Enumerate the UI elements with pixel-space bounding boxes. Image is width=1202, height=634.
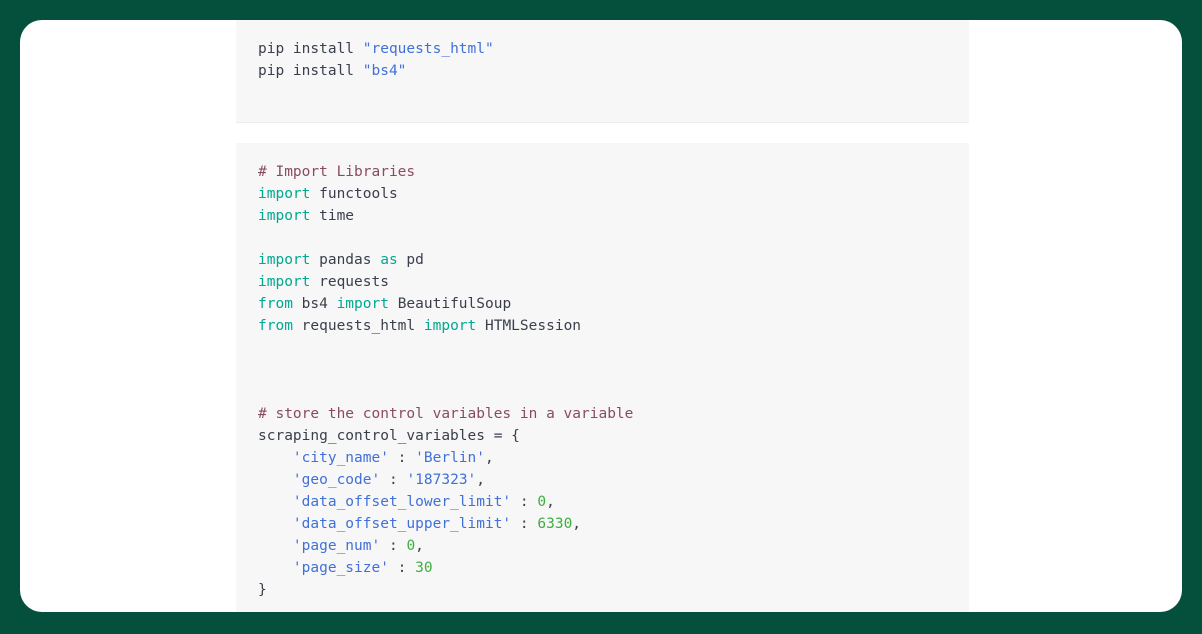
cell-gap: [236, 123, 969, 143]
code-token-str: 'geo_code': [293, 472, 380, 488]
code-token-kw: from: [258, 296, 293, 312]
code-line: [258, 337, 969, 359]
code-token-plain: [258, 560, 293, 576]
code-token-plain: [258, 450, 293, 466]
code-line: 'data_offset_upper_limit' : 6330,: [258, 513, 969, 535]
code-token-punc: ,: [476, 472, 485, 488]
code-token-num: 30: [415, 560, 432, 576]
code-line: # Import Libraries: [258, 161, 969, 183]
code-line: 'geo_code' : '187323',: [258, 469, 969, 491]
code-token-comment: # Import Libraries: [258, 164, 415, 180]
code-token-str: 'page_size': [293, 560, 389, 576]
code-token-str: '187323': [406, 472, 476, 488]
code-line: 'data_offset_lower_limit' : 0,: [258, 491, 969, 513]
code-token-punc: ,: [415, 538, 424, 554]
code-line: import time: [258, 205, 969, 227]
code-token-punc: :: [511, 494, 537, 510]
pip-install-cell[interactable]: pip install "requests_html"pip install "…: [236, 20, 969, 123]
code-line: [258, 82, 969, 104]
code-token-str: 'city_name': [293, 450, 389, 466]
code-token-str: 'page_num': [293, 538, 380, 554]
code-token-kw: from: [258, 318, 293, 334]
code-token-punc: ,: [572, 516, 581, 532]
code-token-kw: import: [258, 208, 310, 224]
code-token-plain: [258, 494, 293, 510]
code-token-plain: requests: [310, 274, 389, 290]
code-token-kw: import: [258, 252, 310, 268]
code-token-num: 6330: [537, 516, 572, 532]
document-card: pip install "requests_html"pip install "…: [20, 20, 1182, 612]
code-token-num: 0: [537, 494, 546, 510]
code-token-punc: :: [380, 472, 406, 488]
code-line: [258, 381, 969, 403]
code-token-plain: time: [310, 208, 354, 224]
imports-and-config-cell[interactable]: # Import Librariesimport functoolsimport…: [236, 143, 969, 612]
code-token-punc: :: [511, 516, 537, 532]
code-token-kw: import: [258, 274, 310, 290]
code-line: import pandas as pd: [258, 249, 969, 271]
code-token-str: 'data_offset_lower_limit': [293, 494, 511, 510]
code-token-plain: [258, 472, 293, 488]
code-token-str: 'data_offset_upper_limit': [293, 516, 511, 532]
code-line: [258, 227, 969, 249]
notebook-code-area: pip install "requests_html"pip install "…: [236, 20, 969, 612]
code-token-plain: scraping_control_variables = {: [258, 428, 520, 444]
code-token-kw: import: [424, 318, 476, 334]
code-line: }: [258, 579, 969, 601]
code-line: from bs4 import BeautifulSoup: [258, 293, 969, 315]
code-token-punc: ,: [546, 494, 555, 510]
code-token-plain: bs4: [293, 296, 337, 312]
code-token-plain: BeautifulSoup: [389, 296, 511, 312]
code-token-kw: import: [258, 186, 310, 202]
code-token-plain: functools: [310, 186, 397, 202]
code-line: 'page_size' : 30: [258, 557, 969, 579]
code-token-plain: pip install: [258, 41, 363, 57]
code-token-plain: pd: [398, 252, 424, 268]
code-token-punc: :: [389, 560, 415, 576]
code-line: 'page_num' : 0,: [258, 535, 969, 557]
code-token-punc: :: [389, 450, 415, 466]
code-token-punc: ,: [485, 450, 494, 466]
code-token-plain: [258, 516, 293, 532]
code-token-str: "bs4": [363, 63, 407, 79]
code-token-plain: pip install: [258, 63, 363, 79]
code-line: scraping_control_variables = {: [258, 425, 969, 447]
code-token-plain: [258, 538, 293, 554]
code-line: pip install "bs4": [258, 60, 969, 82]
code-token-kw: import: [337, 296, 389, 312]
code-line: from requests_html import HTMLSession: [258, 315, 969, 337]
code-token-str: "requests_html": [363, 41, 494, 57]
code-token-num: 0: [406, 538, 415, 554]
code-token-plain: pandas: [310, 252, 380, 268]
code-token-comment: # store the control variables in a varia…: [258, 406, 633, 422]
code-line: [258, 359, 969, 381]
code-line: import functools: [258, 183, 969, 205]
code-line: import requests: [258, 271, 969, 293]
code-line: 'city_name' : 'Berlin',: [258, 447, 969, 469]
code-token-punc: :: [380, 538, 406, 554]
code-line: pip install "requests_html": [258, 38, 969, 60]
code-token-plain: requests_html: [293, 318, 424, 334]
code-token-plain: HTMLSession: [476, 318, 581, 334]
code-token-kw: as: [380, 252, 397, 268]
code-token-str: 'Berlin': [415, 450, 485, 466]
code-line: # store the control variables in a varia…: [258, 403, 969, 425]
code-token-plain: }: [258, 582, 267, 598]
